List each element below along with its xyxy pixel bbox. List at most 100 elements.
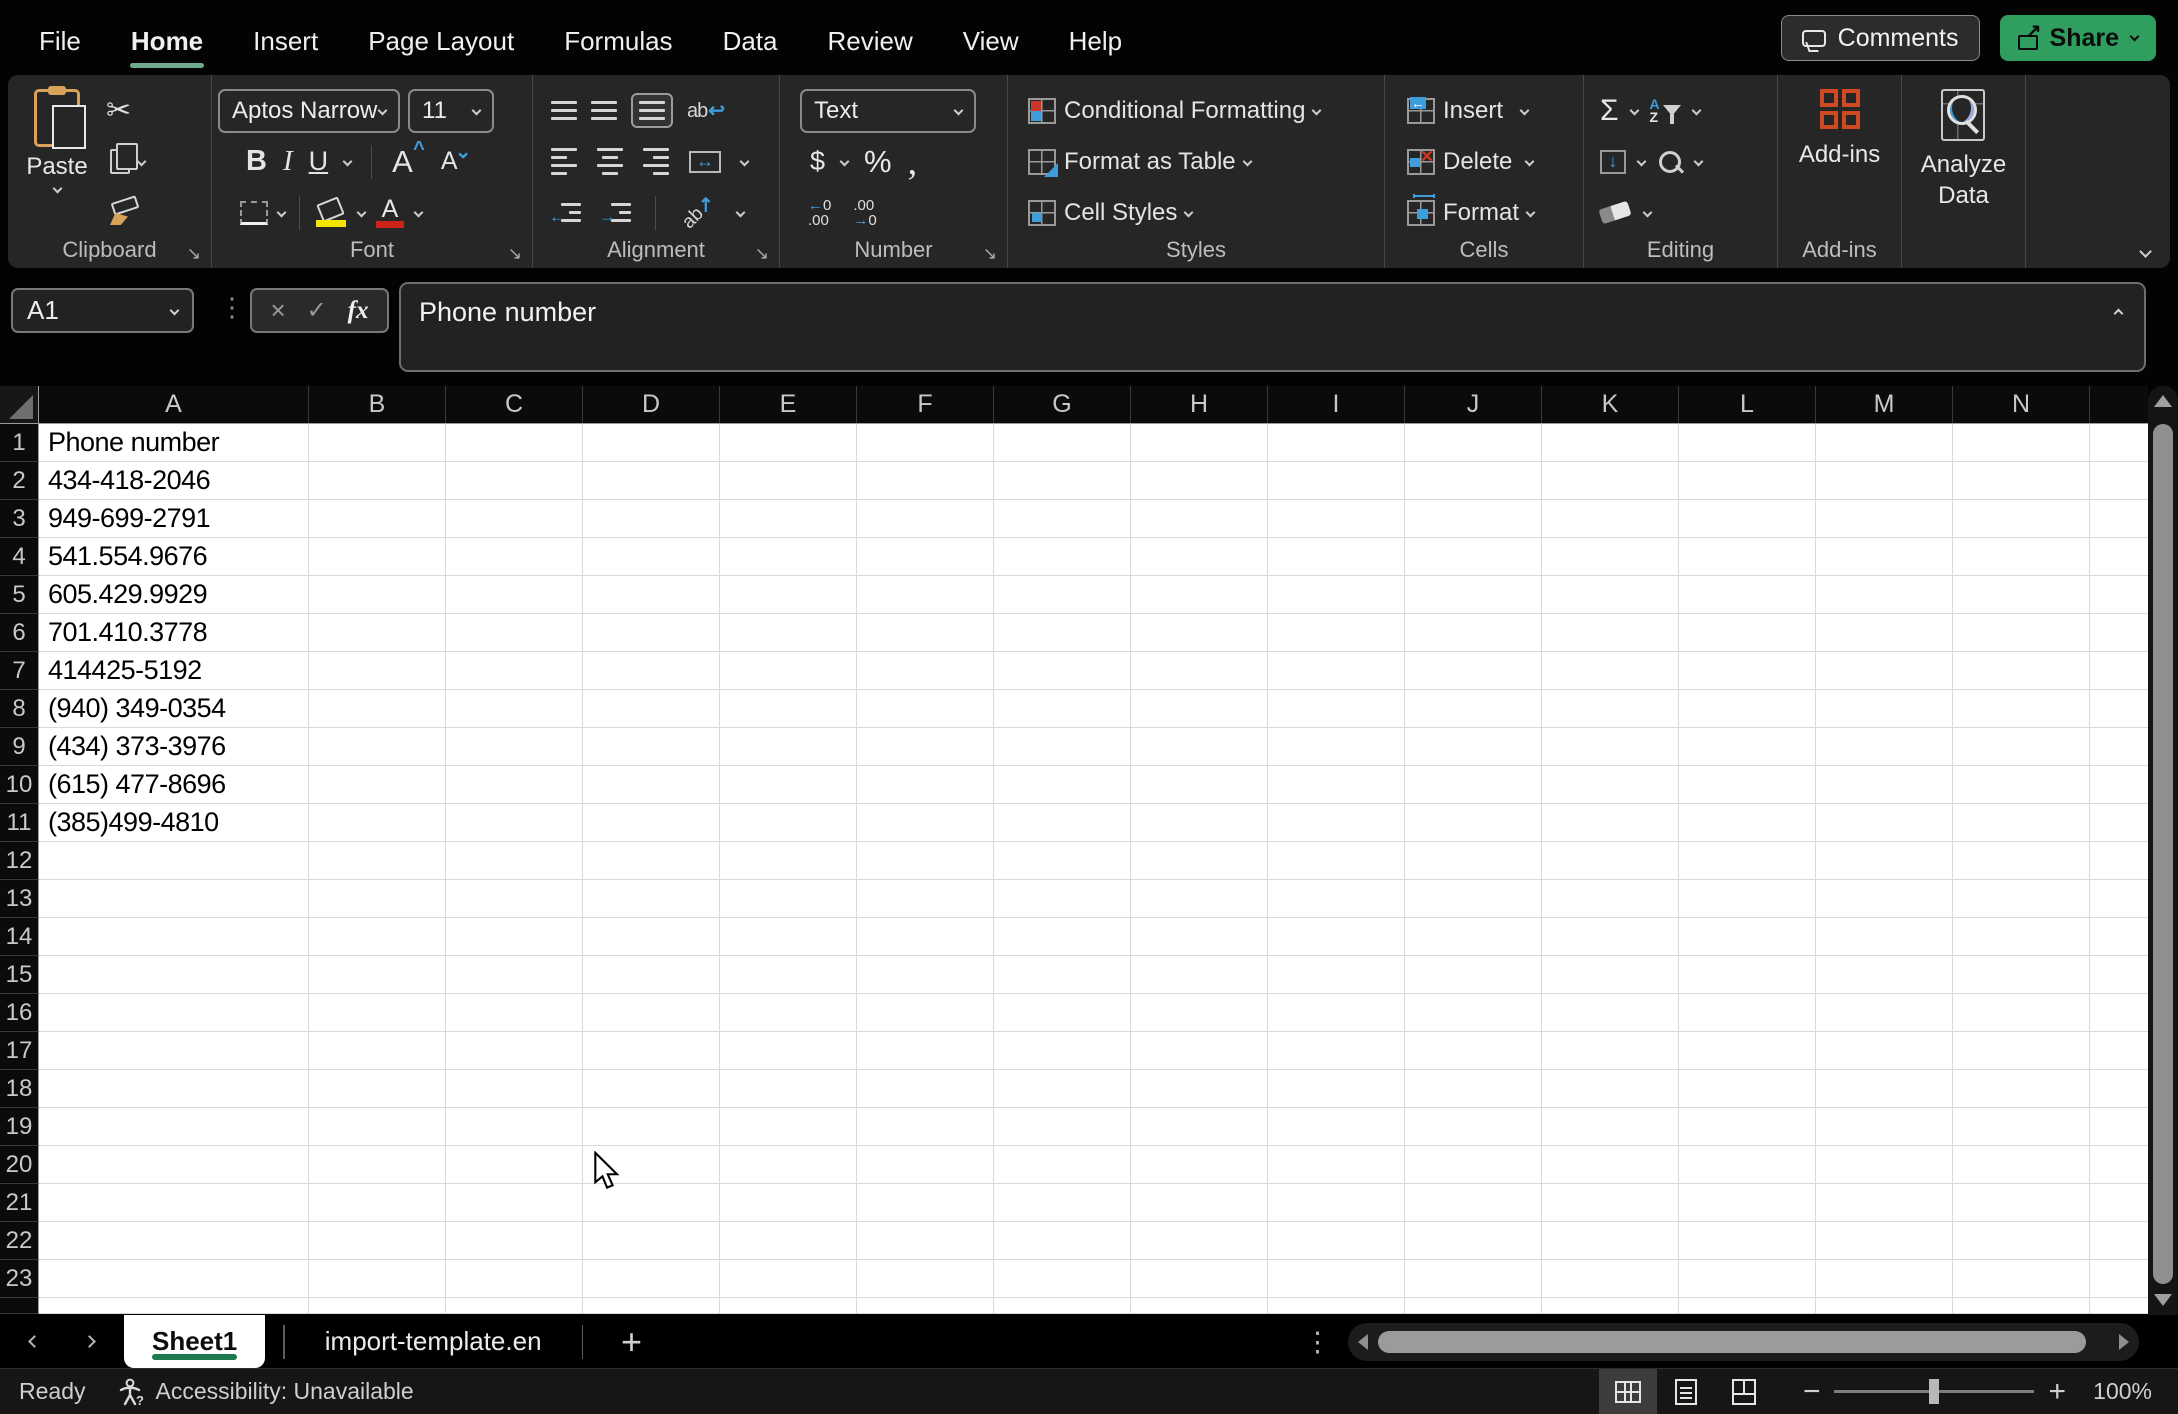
row-header-1[interactable]: 1	[0, 424, 39, 462]
cancel-icon[interactable]: ×	[270, 295, 285, 326]
cell-K13[interactable]	[1542, 880, 1679, 918]
row-header-14[interactable]: 14	[0, 918, 39, 956]
cell-M18[interactable]	[1816, 1070, 1953, 1108]
cell-N8[interactable]	[1953, 690, 2090, 728]
cell-E20[interactable]	[720, 1146, 857, 1184]
cell-D19[interactable]	[583, 1108, 720, 1146]
cell-N4[interactable]	[1953, 538, 2090, 576]
cell-C7[interactable]	[446, 652, 583, 690]
cell-A18[interactable]	[39, 1070, 309, 1108]
cell-A8[interactable]: (940) 349-0354	[39, 690, 309, 728]
cell-C21[interactable]	[446, 1184, 583, 1222]
cell-G2[interactable]	[994, 462, 1131, 500]
cell-C12[interactable]	[446, 842, 583, 880]
copy-icon[interactable]	[110, 149, 130, 174]
cell-G1[interactable]	[994, 424, 1131, 462]
cell-H14[interactable]	[1131, 918, 1268, 956]
row-header-15[interactable]: 15	[0, 956, 39, 994]
cell-J8[interactable]	[1405, 690, 1542, 728]
cell-O14[interactable]	[2090, 918, 2148, 956]
cell-O5[interactable]	[2090, 576, 2148, 614]
collapse-ribbon-chevron-icon[interactable]	[2139, 245, 2152, 258]
cell-J13[interactable]	[1405, 880, 1542, 918]
cell-A10[interactable]: (615) 477-8696	[39, 766, 309, 804]
cell-A12[interactable]	[39, 842, 309, 880]
row-header-8[interactable]: 8	[0, 690, 39, 728]
cell-partial-G[interactable]	[994, 1298, 1131, 1314]
formula-bar-input[interactable]: Phone number	[399, 282, 2146, 372]
cell-E17[interactable]	[720, 1032, 857, 1070]
cell-G6[interactable]	[994, 614, 1131, 652]
cell-K7[interactable]	[1542, 652, 1679, 690]
cell-M8[interactable]	[1816, 690, 1953, 728]
alignment-dialog-launcher-icon[interactable]	[755, 245, 769, 262]
wrap-text-icon[interactable]: ab	[687, 98, 724, 123]
cell-M17[interactable]	[1816, 1032, 1953, 1070]
cell-L11[interactable]	[1679, 804, 1816, 842]
cell-A13[interactable]	[39, 880, 309, 918]
scroll-up-arrow-icon[interactable]	[2154, 395, 2172, 407]
align-top-icon[interactable]	[551, 101, 577, 120]
cell-J22[interactable]	[1405, 1222, 1542, 1260]
cell-J10[interactable]	[1405, 766, 1542, 804]
scroll-right-arrow-icon[interactable]	[2119, 1334, 2129, 1350]
cell-B8[interactable]	[309, 690, 446, 728]
cell-A14[interactable]	[39, 918, 309, 956]
row-header-13[interactable]: 13	[0, 880, 39, 918]
cell-B10[interactable]	[309, 766, 446, 804]
cell-F1[interactable]	[857, 424, 994, 462]
row-header-11[interactable]: 11	[0, 804, 39, 842]
cell-L18[interactable]	[1679, 1070, 1816, 1108]
cell-J5[interactable]	[1405, 576, 1542, 614]
cell-D6[interactable]	[583, 614, 720, 652]
cell-H4[interactable]	[1131, 538, 1268, 576]
cell-C16[interactable]	[446, 994, 583, 1032]
column-header-E[interactable]: E	[720, 386, 857, 423]
cell-B19[interactable]	[309, 1108, 446, 1146]
cell-B21[interactable]	[309, 1184, 446, 1222]
borders-icon[interactable]	[240, 201, 268, 225]
cell-I17[interactable]	[1268, 1032, 1405, 1070]
cell-partial-D[interactable]	[583, 1298, 720, 1314]
cell-G11[interactable]	[994, 804, 1131, 842]
cell-D17[interactable]	[583, 1032, 720, 1070]
zoom-in-button[interactable]: +	[2034, 1382, 2088, 1402]
cell-K11[interactable]	[1542, 804, 1679, 842]
cell-H23[interactable]	[1131, 1260, 1268, 1298]
number-dialog-launcher-icon[interactable]	[983, 245, 997, 262]
cell-K2[interactable]	[1542, 462, 1679, 500]
insert-cells-button[interactable]: Insert	[1401, 85, 1577, 136]
align-middle-icon[interactable]	[591, 101, 617, 120]
cell-B11[interactable]	[309, 804, 446, 842]
decrease-indent-icon[interactable]: ←	[551, 203, 581, 222]
chevron-down-icon[interactable]	[1643, 208, 1653, 218]
cell-H17[interactable]	[1131, 1032, 1268, 1070]
zoom-percentage[interactable]: 100%	[2088, 1378, 2152, 1405]
cell-N14[interactable]	[1953, 918, 2090, 956]
cell-K20[interactable]	[1542, 1146, 1679, 1184]
cell-G23[interactable]	[994, 1260, 1131, 1298]
cell-A19[interactable]	[39, 1108, 309, 1146]
cell-J17[interactable]	[1405, 1032, 1542, 1070]
cell-partial-B[interactable]	[309, 1298, 446, 1314]
cell-G18[interactable]	[994, 1070, 1131, 1108]
cell-K15[interactable]	[1542, 956, 1679, 994]
cell-L14[interactable]	[1679, 918, 1816, 956]
cell-N5[interactable]	[1953, 576, 2090, 614]
cell-O1[interactable]	[2090, 424, 2148, 462]
cell-L2[interactable]	[1679, 462, 1816, 500]
cell-M19[interactable]	[1816, 1108, 1953, 1146]
cell-N12[interactable]	[1953, 842, 2090, 880]
cell-K12[interactable]	[1542, 842, 1679, 880]
cell-partial-O[interactable]	[2090, 1298, 2148, 1314]
cell-M15[interactable]	[1816, 956, 1953, 994]
scroll-down-arrow-icon[interactable]	[2154, 1294, 2172, 1306]
row-header-3[interactable]: 3	[0, 500, 39, 538]
cell-H11[interactable]	[1131, 804, 1268, 842]
cell-styles-button[interactable]: Cell Styles	[1022, 187, 1378, 238]
clear-eraser-icon[interactable]	[1598, 201, 1631, 225]
cell-H15[interactable]	[1131, 956, 1268, 994]
cell-partial-M[interactable]	[1816, 1298, 1953, 1314]
cell-J2[interactable]	[1405, 462, 1542, 500]
column-header-H[interactable]: H	[1131, 386, 1268, 423]
